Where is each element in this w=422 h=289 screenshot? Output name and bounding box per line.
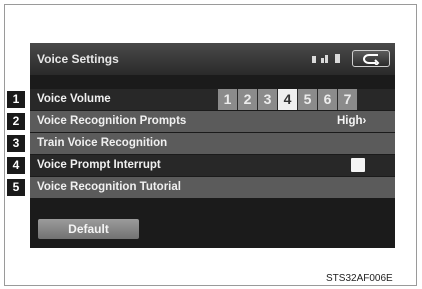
default-button[interactable]: Default (38, 219, 139, 239)
back-arrow-icon (362, 54, 380, 65)
volume-option-5[interactable]: 5 (298, 89, 317, 110)
voice-settings-screen: Voice Settings Voice Volume 1 2 3 4 5 6 … (30, 43, 395, 248)
status-icons (312, 53, 348, 65)
volume-option-3[interactable]: 3 (258, 89, 277, 110)
voice-recognition-prompts-value: High› (337, 115, 367, 127)
volume-option-6[interactable]: 6 (318, 89, 337, 110)
callout-2: 2 (7, 113, 25, 130)
voice-prompt-interrupt-checkbox[interactable] (351, 158, 365, 172)
voice-volume-label: Voice Volume (37, 93, 111, 105)
callout-4: 4 (7, 157, 25, 174)
volume-option-4-selected[interactable]: 4 (278, 89, 297, 110)
voice-recognition-prompts-row[interactable]: Voice Recognition Prompts High› (30, 111, 395, 132)
volume-option-2[interactable]: 2 (238, 89, 257, 110)
callout-5: 5 (7, 179, 25, 196)
voice-recognition-prompts-label: Voice Recognition Prompts (37, 115, 187, 127)
train-voice-recognition-row[interactable]: Train Voice Recognition (30, 133, 395, 154)
volume-option-1[interactable]: 1 (218, 89, 237, 110)
voice-recognition-tutorial-row[interactable]: Voice Recognition Tutorial (30, 177, 395, 198)
voice-volume-row: Voice Volume 1 2 3 4 5 6 7 (30, 89, 395, 110)
callout-3: 3 (7, 135, 25, 152)
train-voice-recognition-label: Train Voice Recognition (37, 137, 168, 149)
voice-recognition-tutorial-label: Voice Recognition Tutorial (37, 181, 181, 193)
voice-prompt-interrupt-label: Voice Prompt Interrupt (37, 159, 161, 171)
figure-caption: STS32AF006E (326, 273, 393, 284)
page-title: Voice Settings (37, 52, 119, 66)
back-button[interactable] (352, 50, 390, 67)
voice-prompt-interrupt-row[interactable]: Voice Prompt Interrupt (30, 155, 395, 176)
cellular-icon (335, 54, 340, 63)
screen-header: Voice Settings (30, 43, 395, 75)
signal-icon (321, 58, 324, 63)
battery-icon (312, 56, 316, 63)
volume-option-7[interactable]: 7 (338, 89, 357, 110)
callout-1: 1 (7, 91, 25, 108)
signal-icon (325, 55, 328, 63)
